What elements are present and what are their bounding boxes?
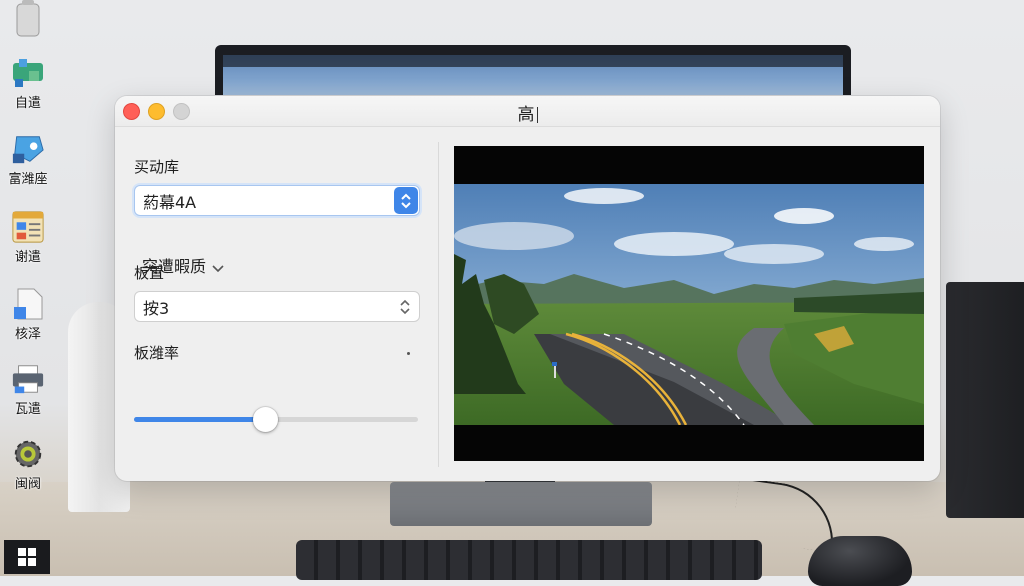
- trash-icon: [11, 0, 45, 37]
- settings-pane: 买动库 葯幕4A 突遭暇质 板置 按3 板潍率: [115, 127, 438, 481]
- section2-label: 板置: [134, 264, 165, 282]
- speaker: [946, 282, 1024, 518]
- desktop-icon-app[interactable]: 富潍座: [4, 132, 52, 187]
- control-panel-icon: [11, 210, 45, 244]
- source-select-value: 葯幕4A: [143, 192, 197, 212]
- window-title-wrap: 高: [115, 100, 940, 125]
- keyboard: [296, 540, 762, 580]
- count-select[interactable]: 按3: [134, 291, 420, 322]
- indicator-dot: [407, 352, 410, 355]
- settings-window: 高 买动库 葯幕4A 突遭暇质 板置 按3 板潍率: [115, 96, 940, 481]
- slider-label: 板潍率: [134, 344, 180, 362]
- preview-image: [454, 184, 924, 425]
- desktop-icon-document[interactable]: 核泽: [4, 287, 52, 342]
- desktop-icon-label: 富潍座: [8, 172, 48, 187]
- source-select-stepper[interactable]: [394, 187, 418, 214]
- pane-divider: [438, 142, 439, 467]
- desktop-icon-printer[interactable]: 瓦遣: [4, 362, 52, 417]
- windows-logo-icon: [18, 548, 36, 566]
- chevron-down-icon: [212, 258, 224, 277]
- app-icon: [11, 132, 45, 166]
- frame-rate-label: 买动库: [134, 158, 180, 176]
- printer-icon: [11, 362, 45, 396]
- text-caret: [536, 107, 538, 123]
- desktop-icon-label: 自遣: [14, 96, 41, 111]
- slider-thumb[interactable]: [252, 407, 278, 432]
- desktop-icon-label: 闽阀: [14, 477, 41, 492]
- video-preview: [454, 146, 924, 461]
- desktop-icon-settings[interactable]: 闽阀: [4, 437, 52, 492]
- desktop-icon-network[interactable]: 自遣: [4, 56, 52, 111]
- start-button[interactable]: [4, 540, 50, 574]
- count-select-stepper[interactable]: [397, 297, 413, 317]
- background-monitor-screen: [223, 55, 843, 95]
- document-icon: [11, 287, 45, 321]
- gear-icon: [11, 437, 45, 471]
- desktop-icon-label: 核泽: [14, 327, 41, 342]
- desktop-icon-control-panel[interactable]: 谢遣: [4, 210, 52, 265]
- desktop-icon-label: 谢遣: [14, 250, 41, 265]
- network-icon: [11, 56, 45, 90]
- mouse: [808, 536, 912, 586]
- count-select-value: 按3: [143, 298, 170, 318]
- desktop-icon-label: 瓦遣: [14, 402, 41, 417]
- background-menubar: [223, 55, 843, 67]
- window-title: 高: [517, 105, 535, 125]
- up-down-chevron-icon: [400, 299, 410, 315]
- source-select[interactable]: 葯幕4A: [134, 185, 420, 216]
- slider-fill: [134, 417, 265, 422]
- title-bar[interactable]: 高: [115, 96, 940, 127]
- up-down-chevron-icon: [401, 193, 411, 208]
- background-monitor: [215, 45, 851, 95]
- monitor-stand: [390, 482, 652, 526]
- slider-track[interactable]: [134, 407, 418, 432]
- desktop-icon-trash[interactable]: [4, 0, 52, 37]
